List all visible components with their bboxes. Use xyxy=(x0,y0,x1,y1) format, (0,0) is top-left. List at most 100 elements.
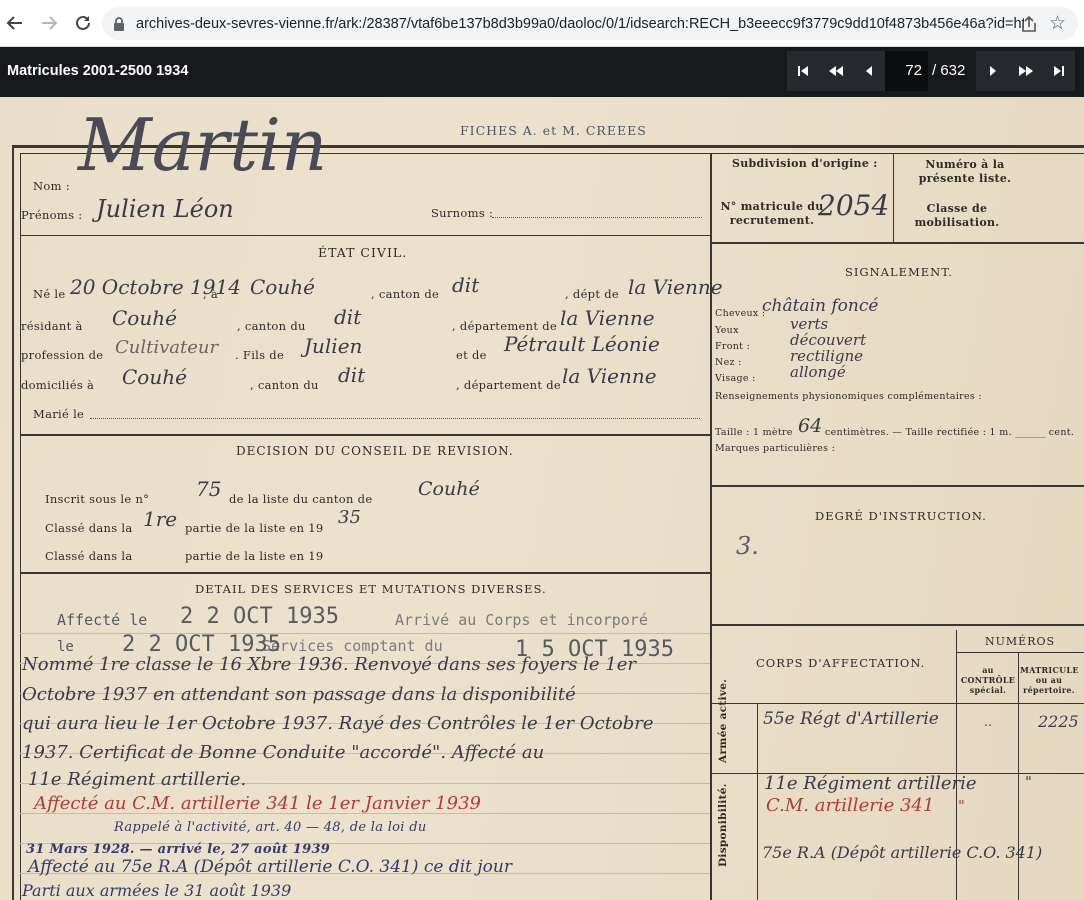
classe-mobilisation-label: Classe de mobilisation. xyxy=(914,202,1000,229)
prenoms-value: Julien Léon xyxy=(96,195,234,223)
armee-col-rule xyxy=(757,703,758,900)
canton-dit-1: dit xyxy=(452,273,480,297)
disponibilite-label: Disponibilité. xyxy=(717,783,729,867)
surnoms-line xyxy=(492,217,702,218)
dept-value-2: la Vienne xyxy=(560,306,655,330)
signalement-heading: SIGNALEMENT. xyxy=(845,265,953,279)
col-matricule: MATRICULE ou au répertoire. xyxy=(1020,665,1079,695)
visage-value: allongé xyxy=(790,363,846,381)
fast-forward-button[interactable] xyxy=(1009,51,1042,91)
col-controle: au CONTRÔLE spécial. xyxy=(960,665,1016,695)
cheveux-value: châtain foncé xyxy=(762,296,879,316)
conseil-heading: DECISION DU CONSEIL DE REVISION. xyxy=(236,444,514,458)
taille-suffix: centimètres. — Taille rectifiée : 1 m. _… xyxy=(825,427,1075,438)
partie-label-1: partie de la liste en 19 xyxy=(185,521,324,535)
classe1-value: 1re xyxy=(143,507,178,531)
cheveux-label: Cheveux : xyxy=(715,308,766,319)
visage-label: Visage : xyxy=(715,373,756,384)
stamp1-prefix: Affecté le xyxy=(57,611,148,629)
canton-du-label-2: , canton du xyxy=(250,378,319,392)
marie-line xyxy=(90,418,700,419)
next-page-button[interactable] xyxy=(976,51,1009,91)
service-line-5: 11e Régiment artillerie. xyxy=(28,769,247,790)
dept-value-3: la Vienne xyxy=(562,364,657,388)
canton-du-label-1: , canton du xyxy=(237,319,306,333)
numero-liste-label: Numéro à la présente liste. xyxy=(918,158,1012,185)
stamp2-prefix: le xyxy=(57,639,74,655)
matricule-bottom-rule xyxy=(712,242,1084,244)
dispo-mark-2: " xyxy=(958,797,965,815)
pager-right-group xyxy=(976,51,1075,91)
conseil-bottom-rule xyxy=(20,572,710,574)
yeux-label: Yeux xyxy=(715,325,739,336)
nom-value: Martin xyxy=(78,103,328,187)
page-number-input[interactable]: 72 xyxy=(885,51,928,91)
forward-icon[interactable] xyxy=(34,8,64,38)
mother-value: Pétrault Léonie xyxy=(504,332,660,356)
renseignements-label: Renseignements physionomiques complément… xyxy=(715,391,982,402)
domicilies-value: Couhé xyxy=(122,365,187,389)
reload-icon[interactable] xyxy=(68,8,98,38)
lock-icon xyxy=(102,16,136,31)
a-label: , à xyxy=(203,287,219,301)
nom-label: Nom : xyxy=(33,179,70,193)
last-page-button[interactable] xyxy=(1042,51,1075,91)
subdivision-label: Subdivision d'origine : xyxy=(732,157,878,170)
frame-left-rule xyxy=(12,145,14,900)
numeros-divider-2 xyxy=(1018,652,1019,900)
front-label: Front : xyxy=(715,341,751,352)
profession-label: profession de xyxy=(21,348,104,362)
address-bar[interactable]: archives-deux-sevres-vienne.fr/ark:/2838… xyxy=(102,7,1078,40)
departement-de-label-1: , département de xyxy=(452,319,557,333)
service-red-line: Affecté au C.M. artillerie 341 le 1er Ja… xyxy=(34,793,481,814)
fils-de-label: . Fils de xyxy=(235,348,285,362)
rewind-button[interactable] xyxy=(820,51,853,91)
inner-left-rule xyxy=(20,153,21,900)
first-page-button[interactable] xyxy=(787,51,820,91)
share-icon[interactable] xyxy=(1020,15,1038,37)
ne-le-label: Né le xyxy=(33,287,66,301)
matricule-label: N° matricule du recrutement. xyxy=(720,200,824,227)
affecte-line: Affecté au 75e R.A (Dépôt artillerie C.O… xyxy=(28,857,512,877)
canton-dit-3: dit xyxy=(338,363,366,387)
service-line-3: qui aura lieu le 1er Octobre 1937. Rayé … xyxy=(22,713,654,734)
dispo-value-2: C.M. artillerie 341 xyxy=(766,795,935,816)
residant-label: résidant à xyxy=(21,319,83,333)
inscrit-value: 75 xyxy=(196,477,222,501)
affectation-head-rule xyxy=(712,703,1084,704)
instruction-value: 3. xyxy=(736,532,759,560)
surnoms-label: Surnoms : xyxy=(431,206,494,220)
stamp1-suffix: Arrivé au Corps et incorporé xyxy=(395,611,648,629)
services-heading: DETAIL DES SERVICES ET MUTATIONS DIVERSE… xyxy=(195,582,547,596)
header-note: FICHES A. et M. CREEES xyxy=(460,123,647,138)
numeros-sub-rule xyxy=(956,652,1084,653)
residant-value: Couhé xyxy=(112,306,177,330)
date-31-line: 31 Mars 1928. — arrivé le, 27 août 1939 xyxy=(26,842,331,857)
active-matricule: 2225 xyxy=(1038,712,1079,731)
inscrit-label: Inscrit sous le n° xyxy=(45,492,150,506)
document-title: Matricules 2001-2500 1934 xyxy=(7,63,189,79)
taille-value: 64 xyxy=(798,415,823,437)
armee-active-label: Armée active. xyxy=(717,678,729,763)
back-icon[interactable] xyxy=(0,8,30,38)
instruction-bottom-rule xyxy=(712,624,1084,626)
previous-page-button[interactable] xyxy=(852,51,885,91)
dispo-value-1: 11e Régiment artillerie xyxy=(764,773,977,794)
browser-toolbar: archives-deux-sevres-vienne.fr/ark:/2838… xyxy=(0,0,1084,47)
stamp2-mid: Services comptant du xyxy=(262,637,443,655)
domicilies-label: domiciliés à xyxy=(21,378,95,392)
active-controle: .. xyxy=(984,715,993,729)
document-image[interactable]: FICHES A. et M. CREEES Nom : Martin Prén… xyxy=(0,97,1084,900)
marques-label: Marques particulières : xyxy=(715,443,836,454)
column-divider xyxy=(710,153,712,900)
service-line-4: 1937. Certificat de Bonne Conduite "acco… xyxy=(22,742,545,763)
et-de-label: et de xyxy=(456,348,487,362)
numero-divider xyxy=(893,153,894,243)
classe1-label: Classé dans la xyxy=(45,521,133,535)
father-value: Julien xyxy=(304,334,363,358)
bookmark-star-icon[interactable]: ☆ xyxy=(1049,12,1066,34)
canton-de-label: , canton de xyxy=(371,287,440,301)
dispo-value-3: 75e R.A (Dépôt artillerie C.O. 341) xyxy=(762,843,1043,862)
inscrit-canton: Couhé xyxy=(418,478,480,500)
classe2-label: Classé dans la xyxy=(45,549,133,563)
